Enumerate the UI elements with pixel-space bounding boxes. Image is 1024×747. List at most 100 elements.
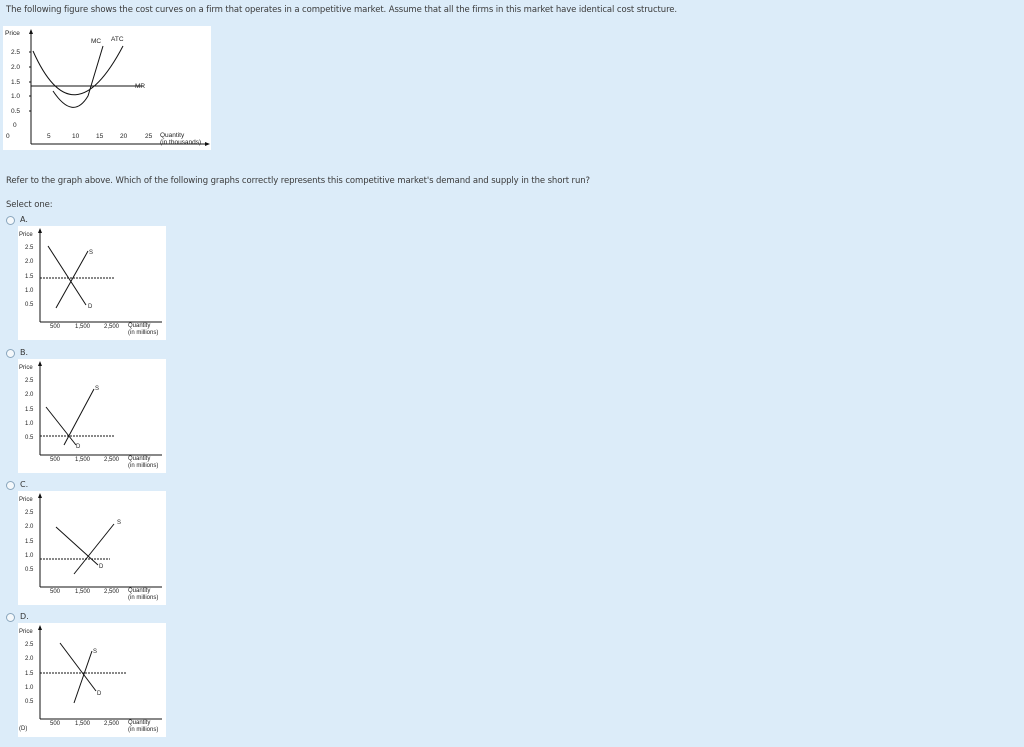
opt-x-tick: 1,500 [75,589,91,595]
firm-y-tick: 1.0 [11,93,20,100]
firm-y-axis-arrow [29,29,33,34]
opt-x-axis-unit: (in millions) [128,463,158,469]
opt-y-axis-label: Price [19,365,33,371]
select-one-label: Select one: [6,200,53,210]
option-c-figure: Price 2.5 2.0 1.5 1.0 0.5 500 1,500 2,50… [18,491,166,605]
atc-label: ATC [111,36,124,43]
firm-x-tick: 10 [72,133,80,140]
supply-label: S [95,386,99,392]
opt-x-axis-label: Quantity [128,588,150,594]
demand-label: D [88,304,93,310]
opt-y-tick: 0.5 [25,302,34,308]
mr-label: MR [135,83,145,90]
opt-x-tick: 500 [50,589,61,595]
opt-y-tick: 2.5 [25,642,34,648]
opt-y-axis-label: Price [19,497,33,503]
opt-y-tick: 2.0 [25,392,34,398]
option-b-figure: Price 2.5 2.0 1.5 1.0 0.5 500 1,500 2,50… [18,359,166,473]
opt-y-tick: 2.0 [25,524,34,530]
demand-curve [59,642,97,692]
opt-x-tick: 1,500 [75,324,91,330]
supply-curve [55,250,89,309]
supply-label: S [117,520,121,526]
opt-x-tick: 500 [50,324,61,330]
option-d-figure: Price 2.5 2.0 1.5 1.0 0.5 500 1,500 2,50… [18,623,166,737]
firm-x-tick: 25 [145,133,153,140]
opt-y-tick: 0.5 [25,699,34,705]
firm-x-tick: 15 [96,133,104,140]
firm-x-axis-arrow [205,142,210,146]
demand-label: D [99,564,104,570]
opt-x-axis-label: Quantity [128,323,150,329]
opt-x-tick: 2,500 [104,457,120,463]
opt-y-tick: 1.0 [25,421,34,427]
firm-y-tick: 2.5 [11,49,20,56]
opt-x-axis-unit: (in millions) [128,330,158,336]
firm-y-tick: 0 [13,122,17,129]
firm-x-tick: 5 [47,133,51,140]
demand-curve [45,406,77,446]
option-d-letter[interactable]: D. [20,612,29,621]
supply-curve [73,650,93,704]
firm-x-axis-unit: (in thousands) [160,139,201,146]
mc-label: MC [91,38,101,45]
opt-y-axis-label: Price [19,232,33,238]
opt-y-tick: 1.5 [25,539,34,545]
option-d-chart: Price 2.5 2.0 1.5 1.0 0.5 500 1,500 2,50… [19,625,162,733]
firm-y-tick: 2.0 [11,64,20,71]
option-d-radio[interactable] [6,613,15,622]
option-a-figure: Price 2.5 2.0 1.5 1.0 0.5 500 1,500 2,50… [18,226,166,340]
opt-x-tick: 1,500 [75,721,91,727]
demand-label: D [97,691,102,697]
question-prompt: Refer to the graph above. Which of the f… [6,176,590,186]
option-a-radio[interactable] [6,216,15,225]
opt-y-tick: 0.5 [25,567,34,573]
firm-y-tick: 0.5 [11,108,20,115]
firm-y-axis-label: Price [5,30,20,37]
opt-y-tick: 2.5 [25,378,34,384]
opt-y-tick: 1.0 [25,685,34,691]
opt-x-axis-unit: (in millions) [128,727,158,733]
opt-x-axis-unit: (in millions) [128,595,158,601]
option-c-chart: Price 2.5 2.0 1.5 1.0 0.5 500 1,500 2,50… [19,493,162,601]
opt-x-tick: 2,500 [104,721,120,727]
firm-x-axis-label: Quantity [160,132,185,139]
option-b-chart: Price 2.5 2.0 1.5 1.0 0.5 500 1,500 2,50… [19,361,162,469]
opt-x-tick: 2,500 [104,589,120,595]
option-b-radio[interactable] [6,349,15,358]
option-c-letter[interactable]: C. [20,480,28,489]
opt-y-tick: 1.5 [25,671,34,677]
firm-x-tick: 20 [120,133,128,140]
supply-curve [63,388,95,446]
supply-label: S [93,649,97,655]
demand-label: D [76,444,81,450]
opt-x-tick: 2,500 [104,324,120,330]
option-b-letter[interactable]: B. [20,348,28,357]
opt-y-tick: 2.0 [25,656,34,662]
opt-x-tick: 500 [50,457,61,463]
question-intro: The following figure shows the cost curv… [6,5,678,15]
supply-label: S [89,250,93,256]
opt-y-tick: 1.5 [25,407,34,413]
opt-y-axis-label: Price [19,629,33,635]
option-a-letter[interactable]: A. [20,215,28,224]
atc-curve [32,45,124,96]
opt-x-axis-label: Quantity [128,456,150,462]
demand-curve [47,245,87,306]
firm-x-tick: 0 [6,133,10,140]
opt-y-tick: 0.5 [25,435,34,441]
opt-x-axis-label: Quantity [128,720,150,726]
firm-y-tick: 1.5 [11,79,20,86]
option-d-caption: (D) [19,726,27,732]
opt-y-tick: 2.5 [25,510,34,516]
opt-y-tick: 1.0 [25,288,34,294]
option-c-radio[interactable] [6,481,15,490]
opt-y-tick: 1.5 [25,274,34,280]
mc-curve [52,45,104,108]
opt-y-tick: 2.5 [25,245,34,251]
opt-y-tick: 1.0 [25,553,34,559]
opt-x-tick: 1,500 [75,457,91,463]
firm-cost-figure: Price 2.5 2.0 1.5 1.0 0.5 0 0 5 10 15 20… [3,26,211,150]
opt-y-tick: 2.0 [25,259,34,265]
option-a-chart: Price 2.5 2.0 1.5 1.0 0.5 500 1,500 2,50… [19,228,162,336]
